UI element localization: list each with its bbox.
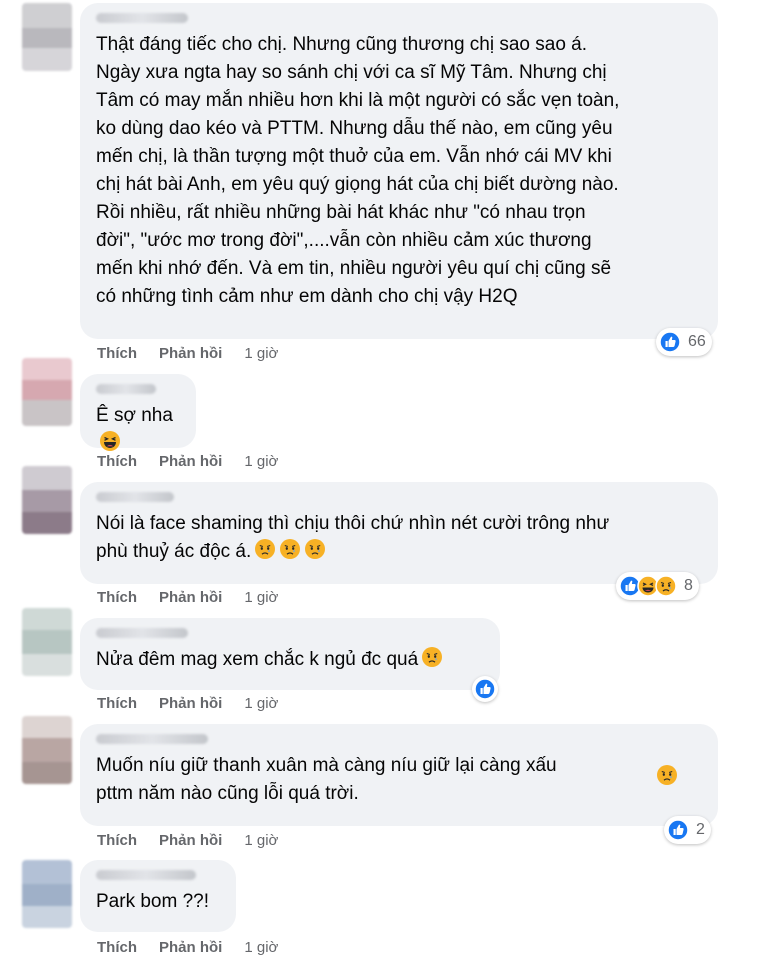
reply-button[interactable]: Phản hồi (159, 453, 222, 470)
commenter-name[interactable] (96, 13, 188, 23)
comment-text: Nói là face shaming thì chịu thôi chứ nh… (96, 510, 702, 566)
like-button[interactable]: Thích (97, 589, 137, 606)
reply-button[interactable]: Phản hồi (159, 939, 222, 956)
reply-button[interactable]: Phản hồi (159, 345, 222, 362)
commenter-name[interactable] (96, 384, 156, 394)
comment-text-body: Nửa đêm mag xem chắc k ngủ đc quá (96, 649, 419, 670)
like-icon (667, 819, 689, 841)
laughing-emoji-icon (99, 430, 121, 452)
sad-icon (655, 575, 677, 597)
comment-text-body: Nói là face shaming thì chịu thôi chứ nh… (96, 513, 610, 562)
avatar[interactable] (22, 608, 72, 676)
like-button[interactable]: Thích (97, 695, 137, 712)
like-icon (474, 678, 496, 700)
commenter-name[interactable] (96, 870, 196, 880)
reaction-summary[interactable]: 2 (664, 816, 711, 844)
comment-timestamp[interactable]: 1 giờ (244, 832, 278, 849)
avatar[interactable] (22, 358, 72, 426)
comment-text-body: Ê sợ nha (96, 405, 173, 426)
sad-emoji-icon (421, 646, 443, 668)
like-button[interactable]: Thích (97, 939, 137, 956)
reaction-summary[interactable]: 8 (616, 572, 699, 600)
comment-timestamp[interactable]: 1 giờ (244, 453, 278, 470)
comment-bubble: Muốn níu giữ thanh xuân mà càng níu giữ … (80, 724, 718, 826)
comment-text: Muốn níu giữ thanh xuân mà càng níu giữ … (96, 755, 557, 804)
reaction-count: 2 (696, 821, 705, 838)
comment-bubble: Thật đáng tiếc cho chị. Nhưng cũng thươn… (80, 3, 718, 339)
reply-button[interactable]: Phản hồi (159, 695, 222, 712)
reply-button[interactable]: Phản hồi (159, 832, 222, 849)
avatar[interactable] (22, 716, 72, 784)
like-icon (659, 331, 681, 353)
comment-text: Park bom ??! (96, 891, 209, 912)
like-button[interactable]: Thích (97, 832, 137, 849)
comment-bubble: Park bom ??! (80, 860, 236, 932)
comment-text: Nửa đêm mag xem chắc k ngủ đc quá (96, 646, 484, 674)
reaction-summary[interactable]: 66 (656, 328, 712, 356)
commenter-name[interactable] (96, 628, 188, 638)
reaction-count: 8 (684, 577, 693, 594)
avatar[interactable] (22, 466, 72, 534)
comment-timestamp[interactable]: 1 giờ (244, 345, 278, 362)
sad-emoji-icon (304, 538, 326, 560)
reaction-summary[interactable] (472, 676, 498, 702)
comment-bubble: Ê sợ nha (80, 374, 196, 448)
comment-bubble: Nửa đêm mag xem chắc k ngủ đc quá (80, 618, 500, 690)
reaction-count: 66 (688, 333, 706, 350)
commenter-name[interactable] (96, 492, 174, 502)
comment-text: Thật đáng tiếc cho chị. Nhưng cũng thươn… (96, 34, 620, 307)
comment-timestamp[interactable]: 1 giờ (244, 939, 278, 956)
comment-timestamp[interactable]: 1 giờ (244, 589, 278, 606)
sad-emoji-icon (254, 538, 276, 560)
avatar[interactable] (22, 860, 72, 928)
reply-button[interactable]: Phản hồi (159, 589, 222, 606)
avatar[interactable] (22, 3, 72, 71)
comment-timestamp[interactable]: 1 giờ (244, 695, 278, 712)
sad-emoji-icon (279, 538, 301, 560)
like-button[interactable]: Thích (97, 345, 137, 362)
comment-text: Ê sợ nha (96, 402, 180, 458)
sad-emoji-icon (656, 764, 678, 786)
comment-bubble: Nói là face shaming thì chịu thôi chứ nh… (80, 482, 718, 584)
like-button[interactable]: Thích (97, 453, 137, 470)
commenter-name[interactable] (96, 734, 208, 744)
